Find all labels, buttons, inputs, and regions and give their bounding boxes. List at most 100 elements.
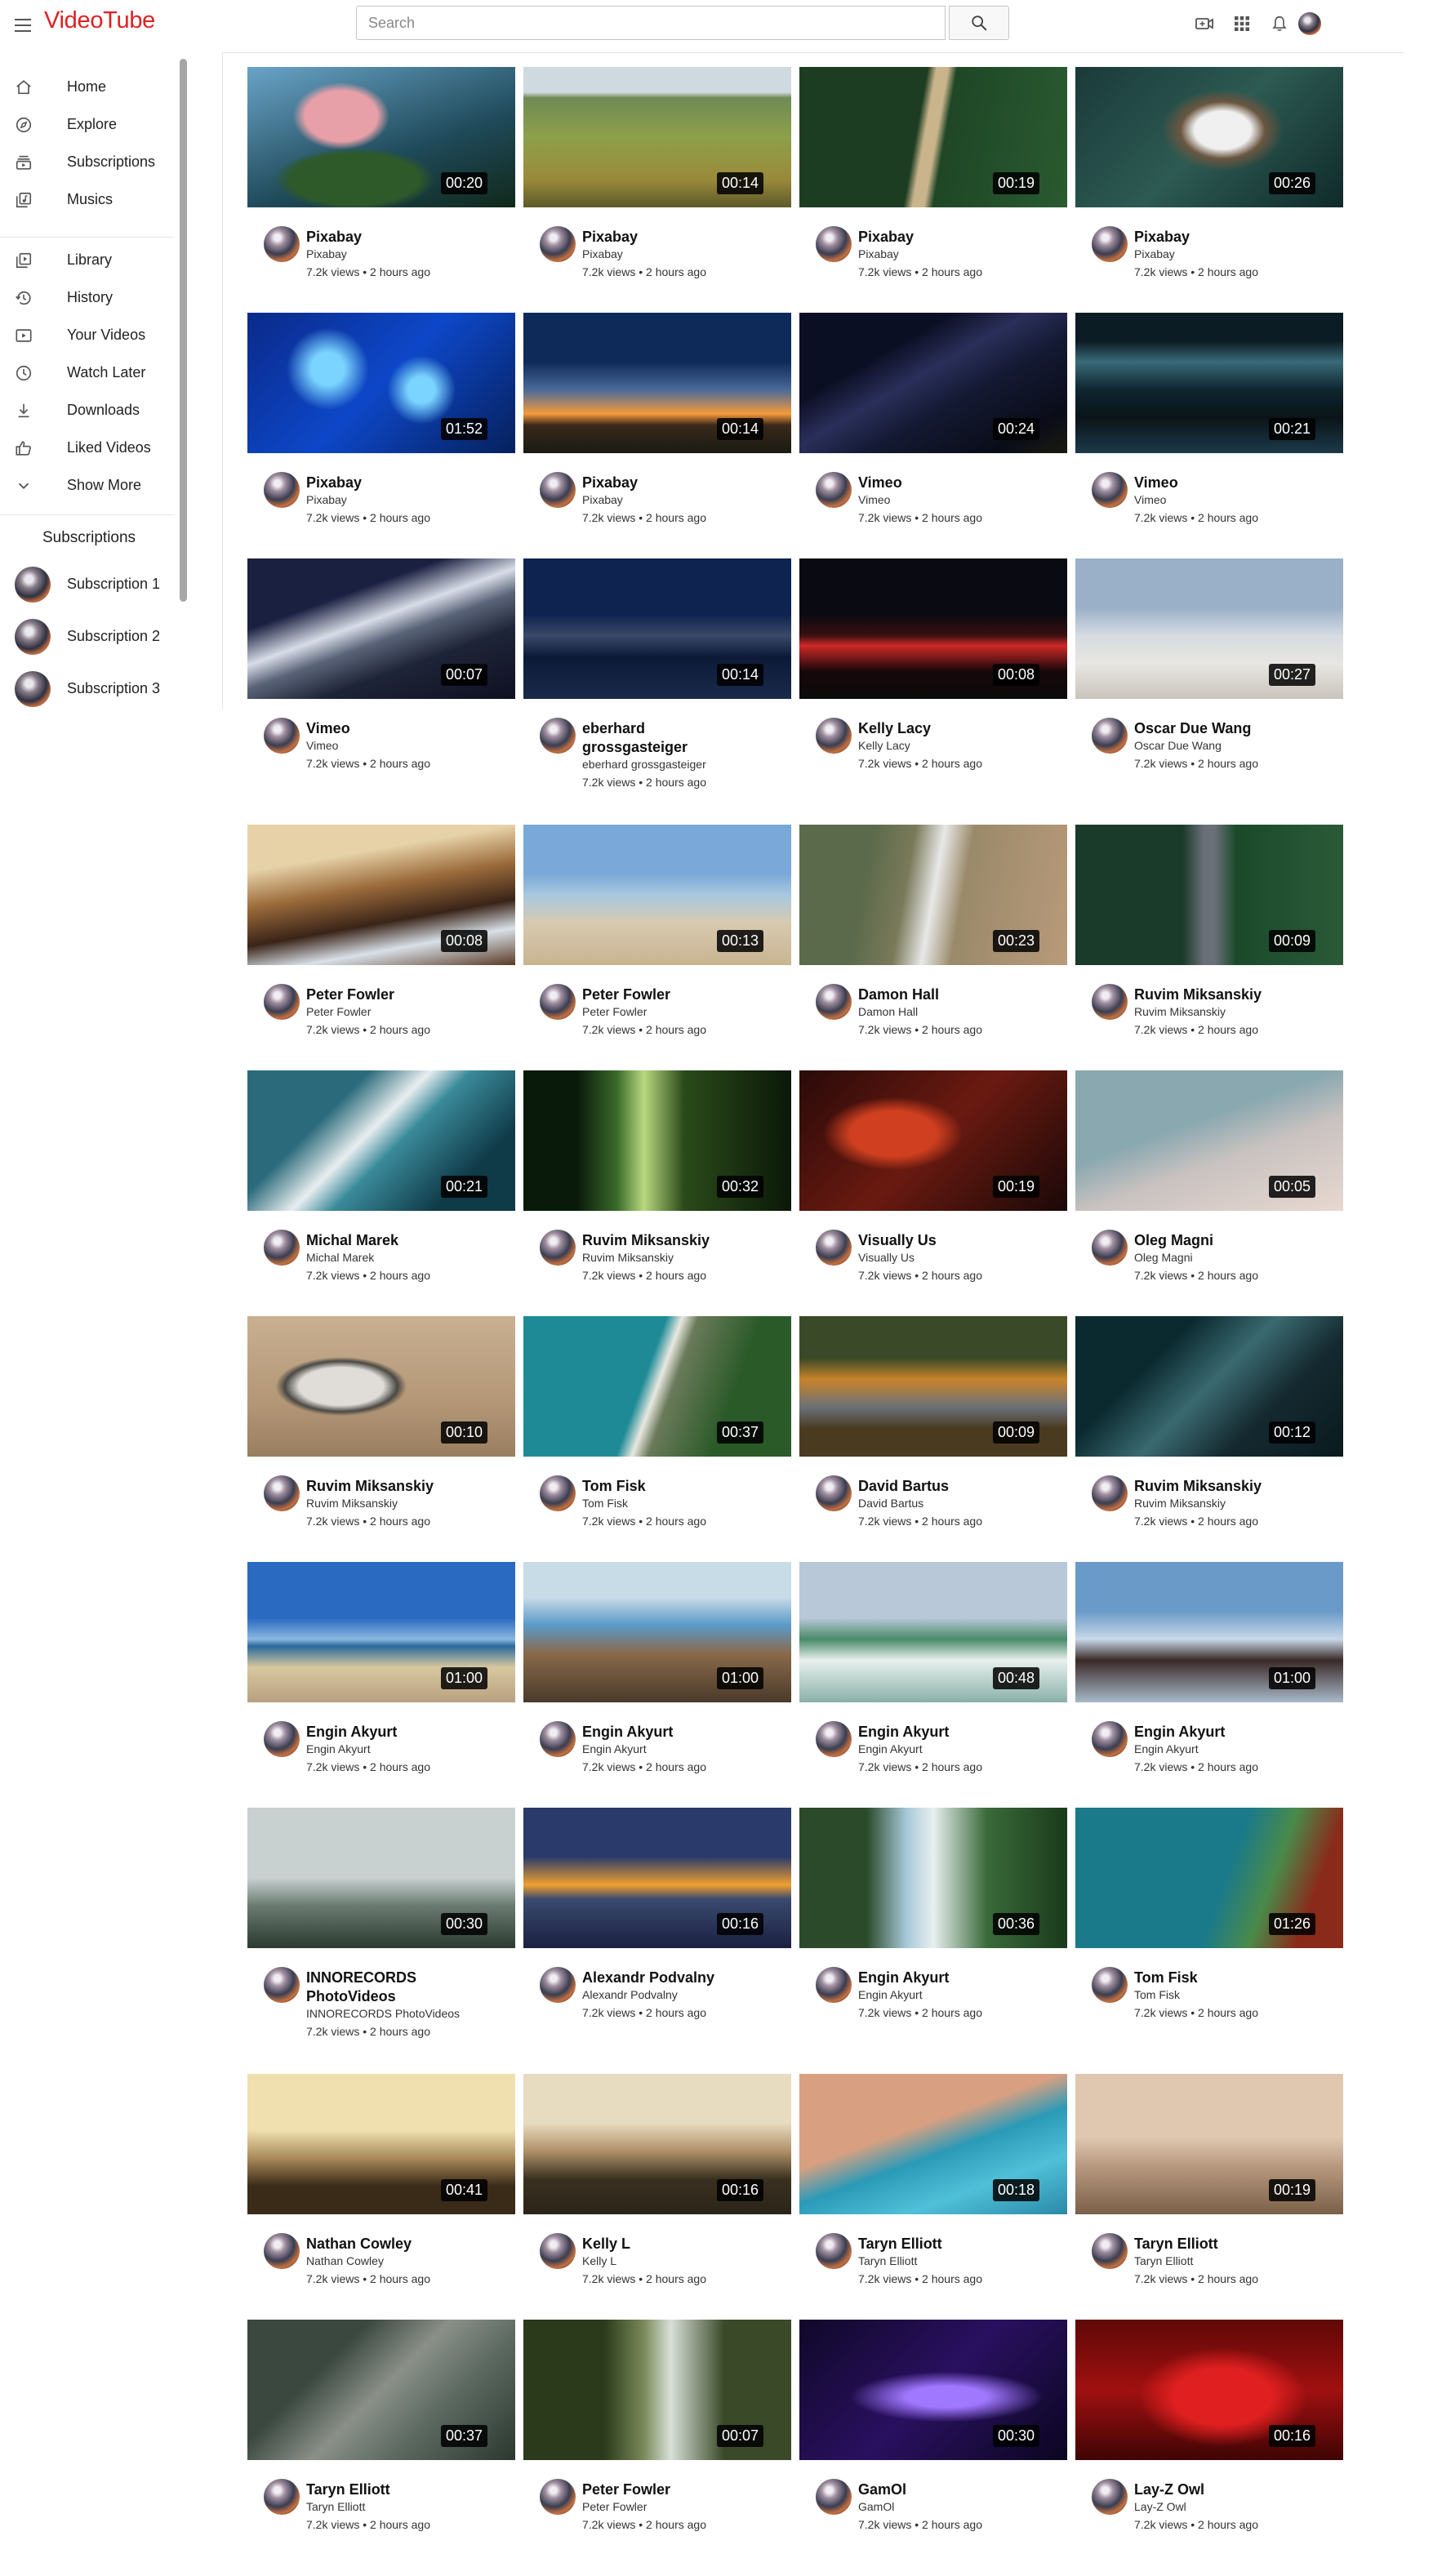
- video-title[interactable]: Pixabay: [1134, 228, 1338, 247]
- sidebar-item-watch-later[interactable]: Watch Later: [0, 356, 180, 389]
- channel-avatar[interactable]: [264, 1721, 300, 1757]
- sidebar-item-home[interactable]: Home: [0, 70, 180, 103]
- channel-name[interactable]: Ruvim Miksanskiy: [582, 1251, 674, 1264]
- channel-avatar[interactable]: [816, 1230, 852, 1266]
- video-title[interactable]: Vimeo: [858, 474, 1062, 492]
- channel-name[interactable]: Damon Hall: [858, 1005, 918, 1018]
- video-thumbnail[interactable]: 00:36: [799, 1808, 1067, 1948]
- channel-name[interactable]: Oleg Magni: [1134, 1251, 1193, 1264]
- video-title[interactable]: Pixabay: [306, 474, 510, 492]
- video-title[interactable]: Visually Us: [858, 1231, 1062, 1250]
- channel-avatar[interactable]: [816, 984, 852, 1020]
- video-thumbnail[interactable]: 00:19: [799, 67, 1067, 207]
- video-thumbnail[interactable]: 00:08: [247, 825, 515, 965]
- channel-avatar[interactable]: [264, 1230, 300, 1266]
- channel-avatar[interactable]: [540, 1230, 576, 1266]
- channel-name[interactable]: Peter Fowler: [582, 2500, 647, 2513]
- channel-avatar[interactable]: [540, 1721, 576, 1757]
- video-thumbnail[interactable]: 00:37: [247, 2320, 515, 2460]
- channel-avatar[interactable]: [540, 226, 576, 262]
- channel-name[interactable]: Tom Fisk: [582, 1497, 628, 1510]
- channel-name[interactable]: Ruvim Miksanskiy: [306, 1497, 398, 1510]
- video-title[interactable]: Alexandr Podvalny: [582, 1969, 786, 1987]
- video-title[interactable]: Ruvim Miksanskiy: [1134, 1477, 1338, 1496]
- channel-avatar[interactable]: [816, 2479, 852, 2515]
- channel-name[interactable]: Lay-Z Owl: [1134, 2500, 1186, 2513]
- channel-name[interactable]: Alexandr Podvalny: [582, 1988, 678, 2001]
- video-thumbnail[interactable]: 00:05: [1075, 1070, 1343, 1211]
- video-title[interactable]: Kelly Lacy: [858, 719, 1062, 738]
- channel-avatar[interactable]: [816, 472, 852, 508]
- video-title[interactable]: Taryn Elliott: [858, 2235, 1062, 2253]
- video-thumbnail[interactable]: 00:08: [799, 558, 1067, 699]
- sidebar-item-library[interactable]: Library: [0, 243, 180, 276]
- channel-name[interactable]: Vimeo: [1134, 493, 1166, 506]
- video-title[interactable]: Engin Akyurt: [858, 1723, 1062, 1742]
- channel-name[interactable]: Oscar Due Wang: [1134, 739, 1222, 752]
- channel-name[interactable]: Taryn Elliott: [858, 2254, 917, 2267]
- video-thumbnail[interactable]: 01:00: [523, 1562, 791, 1702]
- video-thumbnail[interactable]: 00:20: [247, 67, 515, 207]
- video-title[interactable]: Pixabay: [306, 228, 510, 247]
- video-thumbnail[interactable]: 00:48: [799, 1562, 1067, 1702]
- menu-icon[interactable]: [11, 13, 36, 38]
- channel-name[interactable]: Taryn Elliott: [306, 2500, 365, 2513]
- channel-name[interactable]: Pixabay: [1134, 247, 1175, 260]
- channel-name[interactable]: Taryn Elliott: [1134, 2254, 1193, 2267]
- channel-avatar[interactable]: [540, 1967, 576, 2003]
- video-title[interactable]: Peter Fowler: [582, 985, 786, 1004]
- video-title[interactable]: Nathan Cowley: [306, 2235, 510, 2253]
- channel-avatar[interactable]: [1092, 1475, 1128, 1511]
- video-title[interactable]: GamOl: [858, 2480, 1062, 2499]
- channel-avatar[interactable]: [816, 1721, 852, 1757]
- video-thumbnail[interactable]: 00:07: [247, 558, 515, 699]
- channel-avatar[interactable]: [540, 472, 576, 508]
- video-thumbnail[interactable]: 00:41: [247, 2074, 515, 2214]
- video-title[interactable]: Michal Marek: [306, 1231, 510, 1250]
- video-thumbnail[interactable]: 00:21: [1075, 313, 1343, 453]
- subscription-item[interactable]: Subscription 1: [0, 562, 180, 606]
- channel-avatar[interactable]: [816, 226, 852, 262]
- notification-bell-icon[interactable]: [1269, 13, 1290, 34]
- video-title[interactable]: Ruvim Miksanskiy: [582, 1231, 786, 1250]
- channel-name[interactable]: Engin Akyurt: [582, 1742, 647, 1755]
- channel-name[interactable]: Michal Marek: [306, 1251, 374, 1264]
- sidebar-item-your-videos[interactable]: Your Videos: [0, 318, 180, 351]
- channel-name[interactable]: David Bartus: [858, 1497, 923, 1510]
- video-thumbnail[interactable]: 00:19: [1075, 2074, 1343, 2214]
- subscription-item[interactable]: Subscription 2: [0, 614, 180, 658]
- channel-avatar[interactable]: [1092, 472, 1128, 508]
- video-title[interactable]: Ruvim Miksanskiy: [306, 1477, 510, 1496]
- channel-name[interactable]: Ruvim Miksanskiy: [1134, 1497, 1226, 1510]
- video-thumbnail[interactable]: 00:12: [1075, 1316, 1343, 1457]
- sidebar-item-musics[interactable]: Musics: [0, 183, 180, 216]
- channel-name[interactable]: Ruvim Miksanskiy: [1134, 1005, 1226, 1018]
- channel-avatar[interactable]: [540, 718, 576, 754]
- video-title[interactable]: Kelly L: [582, 2235, 786, 2253]
- video-thumbnail[interactable]: 00:32: [523, 1070, 791, 1211]
- video-thumbnail[interactable]: 00:16: [1075, 2320, 1343, 2460]
- sidebar-scrollbar-thumb[interactable]: [180, 59, 187, 602]
- video-title[interactable]: INNORECORDS PhotoVideos: [306, 1969, 445, 2006]
- video-title[interactable]: Pixabay: [582, 474, 786, 492]
- channel-avatar[interactable]: [1092, 718, 1128, 754]
- video-thumbnail[interactable]: 00:18: [799, 2074, 1067, 2214]
- video-title[interactable]: Oleg Magni: [1134, 1231, 1338, 1250]
- channel-name[interactable]: Engin Akyurt: [858, 1742, 923, 1755]
- video-thumbnail[interactable]: 00:09: [799, 1316, 1067, 1457]
- sidebar-item-history[interactable]: History: [0, 281, 180, 314]
- video-thumbnail[interactable]: 00:24: [799, 313, 1067, 453]
- sidebar-item-explore[interactable]: Explore: [0, 108, 180, 140]
- video-thumbnail[interactable]: 00:13: [523, 825, 791, 965]
- video-title[interactable]: Engin Akyurt: [1134, 1723, 1338, 1742]
- video-thumbnail[interactable]: 00:14: [523, 313, 791, 453]
- video-thumbnail[interactable]: 01:00: [1075, 1562, 1343, 1702]
- video-title[interactable]: Engin Akyurt: [306, 1723, 510, 1742]
- video-thumbnail[interactable]: 00:16: [523, 1808, 791, 1948]
- video-thumbnail[interactable]: 01:52: [247, 313, 515, 453]
- channel-name[interactable]: Peter Fowler: [582, 1005, 647, 1018]
- channel-name[interactable]: Engin Akyurt: [306, 1742, 371, 1755]
- channel-avatar[interactable]: [264, 1967, 300, 2003]
- channel-name[interactable]: Tom Fisk: [1134, 1988, 1180, 2001]
- channel-name[interactable]: Pixabay: [858, 247, 899, 260]
